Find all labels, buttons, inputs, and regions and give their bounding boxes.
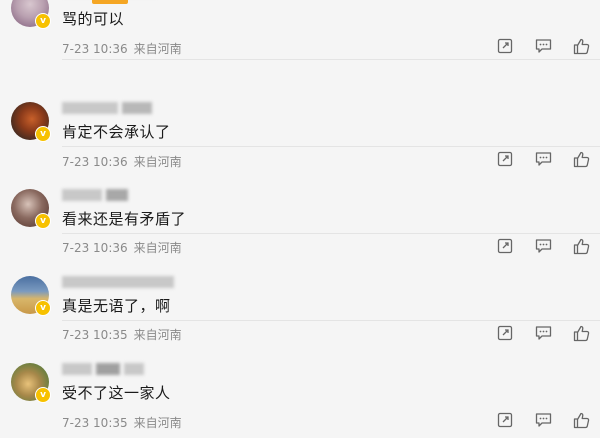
comment-list-screen: v 骂的可以 7-23 10:36 来自河南 v 肯定不会承认了 7-23 10… bbox=[0, 0, 600, 438]
comment-item[interactable]: v 真是无语了，啊 7-23 10:35 来自河南 bbox=[0, 234, 600, 342]
comment-meta: 7-23 10:36 来自河南 bbox=[62, 40, 182, 57]
comment-location: 来自河南 bbox=[133, 42, 182, 56]
comment-text: 受不了这一家人 bbox=[62, 384, 171, 402]
avatar[interactable]: v bbox=[11, 0, 51, 29]
verified-badge-icon: v bbox=[35, 126, 51, 142]
comment-actions bbox=[476, 37, 590, 55]
verified-badge-icon: v bbox=[35, 387, 51, 403]
comment-item[interactable]: v 看来还是有矛盾了 7-23 10:36 来自河南 bbox=[0, 147, 600, 255]
username-obscured bbox=[62, 102, 152, 114]
comment-location: 来自河南 bbox=[133, 416, 182, 430]
verified-badge-icon: v bbox=[35, 213, 51, 229]
like-icon[interactable] bbox=[572, 37, 590, 55]
comment-item[interactable]: v 骂的可以 7-23 10:36 来自河南 bbox=[0, 0, 600, 60]
avatar[interactable]: v bbox=[11, 189, 51, 229]
username-obscured bbox=[62, 189, 128, 201]
comment-actions bbox=[476, 411, 590, 429]
avatar[interactable]: v bbox=[11, 276, 51, 316]
comment-meta: 7-23 10:35 来自河南 bbox=[62, 414, 182, 431]
share-icon[interactable] bbox=[496, 411, 514, 429]
username-obscured bbox=[62, 363, 144, 375]
share-icon[interactable] bbox=[496, 37, 514, 55]
comment-text: 真是无语了，啊 bbox=[62, 297, 171, 315]
comment-item[interactable]: v 受不了这一家人 7-23 10:35 来自河南 bbox=[0, 321, 600, 430]
comment-text: 骂的可以 bbox=[62, 10, 125, 28]
verified-badge-icon: v bbox=[35, 13, 51, 29]
like-icon[interactable] bbox=[572, 411, 590, 429]
username-obscured bbox=[62, 276, 174, 288]
comment-item[interactable]: v 肯定不会承认了 7-23 10:36 来自河南 bbox=[0, 60, 600, 169]
comment-timestamp: 7-23 10:35 bbox=[62, 416, 128, 430]
avatar[interactable]: v bbox=[11, 363, 51, 403]
comment-text: 肯定不会承认了 bbox=[62, 123, 171, 141]
verified-badge-icon: v bbox=[35, 300, 51, 316]
avatar[interactable]: v bbox=[11, 102, 51, 142]
comment-text: 看来还是有矛盾了 bbox=[62, 210, 187, 228]
comment-icon[interactable] bbox=[534, 37, 552, 55]
comment-timestamp: 7-23 10:36 bbox=[62, 42, 128, 56]
comment-icon[interactable] bbox=[534, 411, 552, 429]
